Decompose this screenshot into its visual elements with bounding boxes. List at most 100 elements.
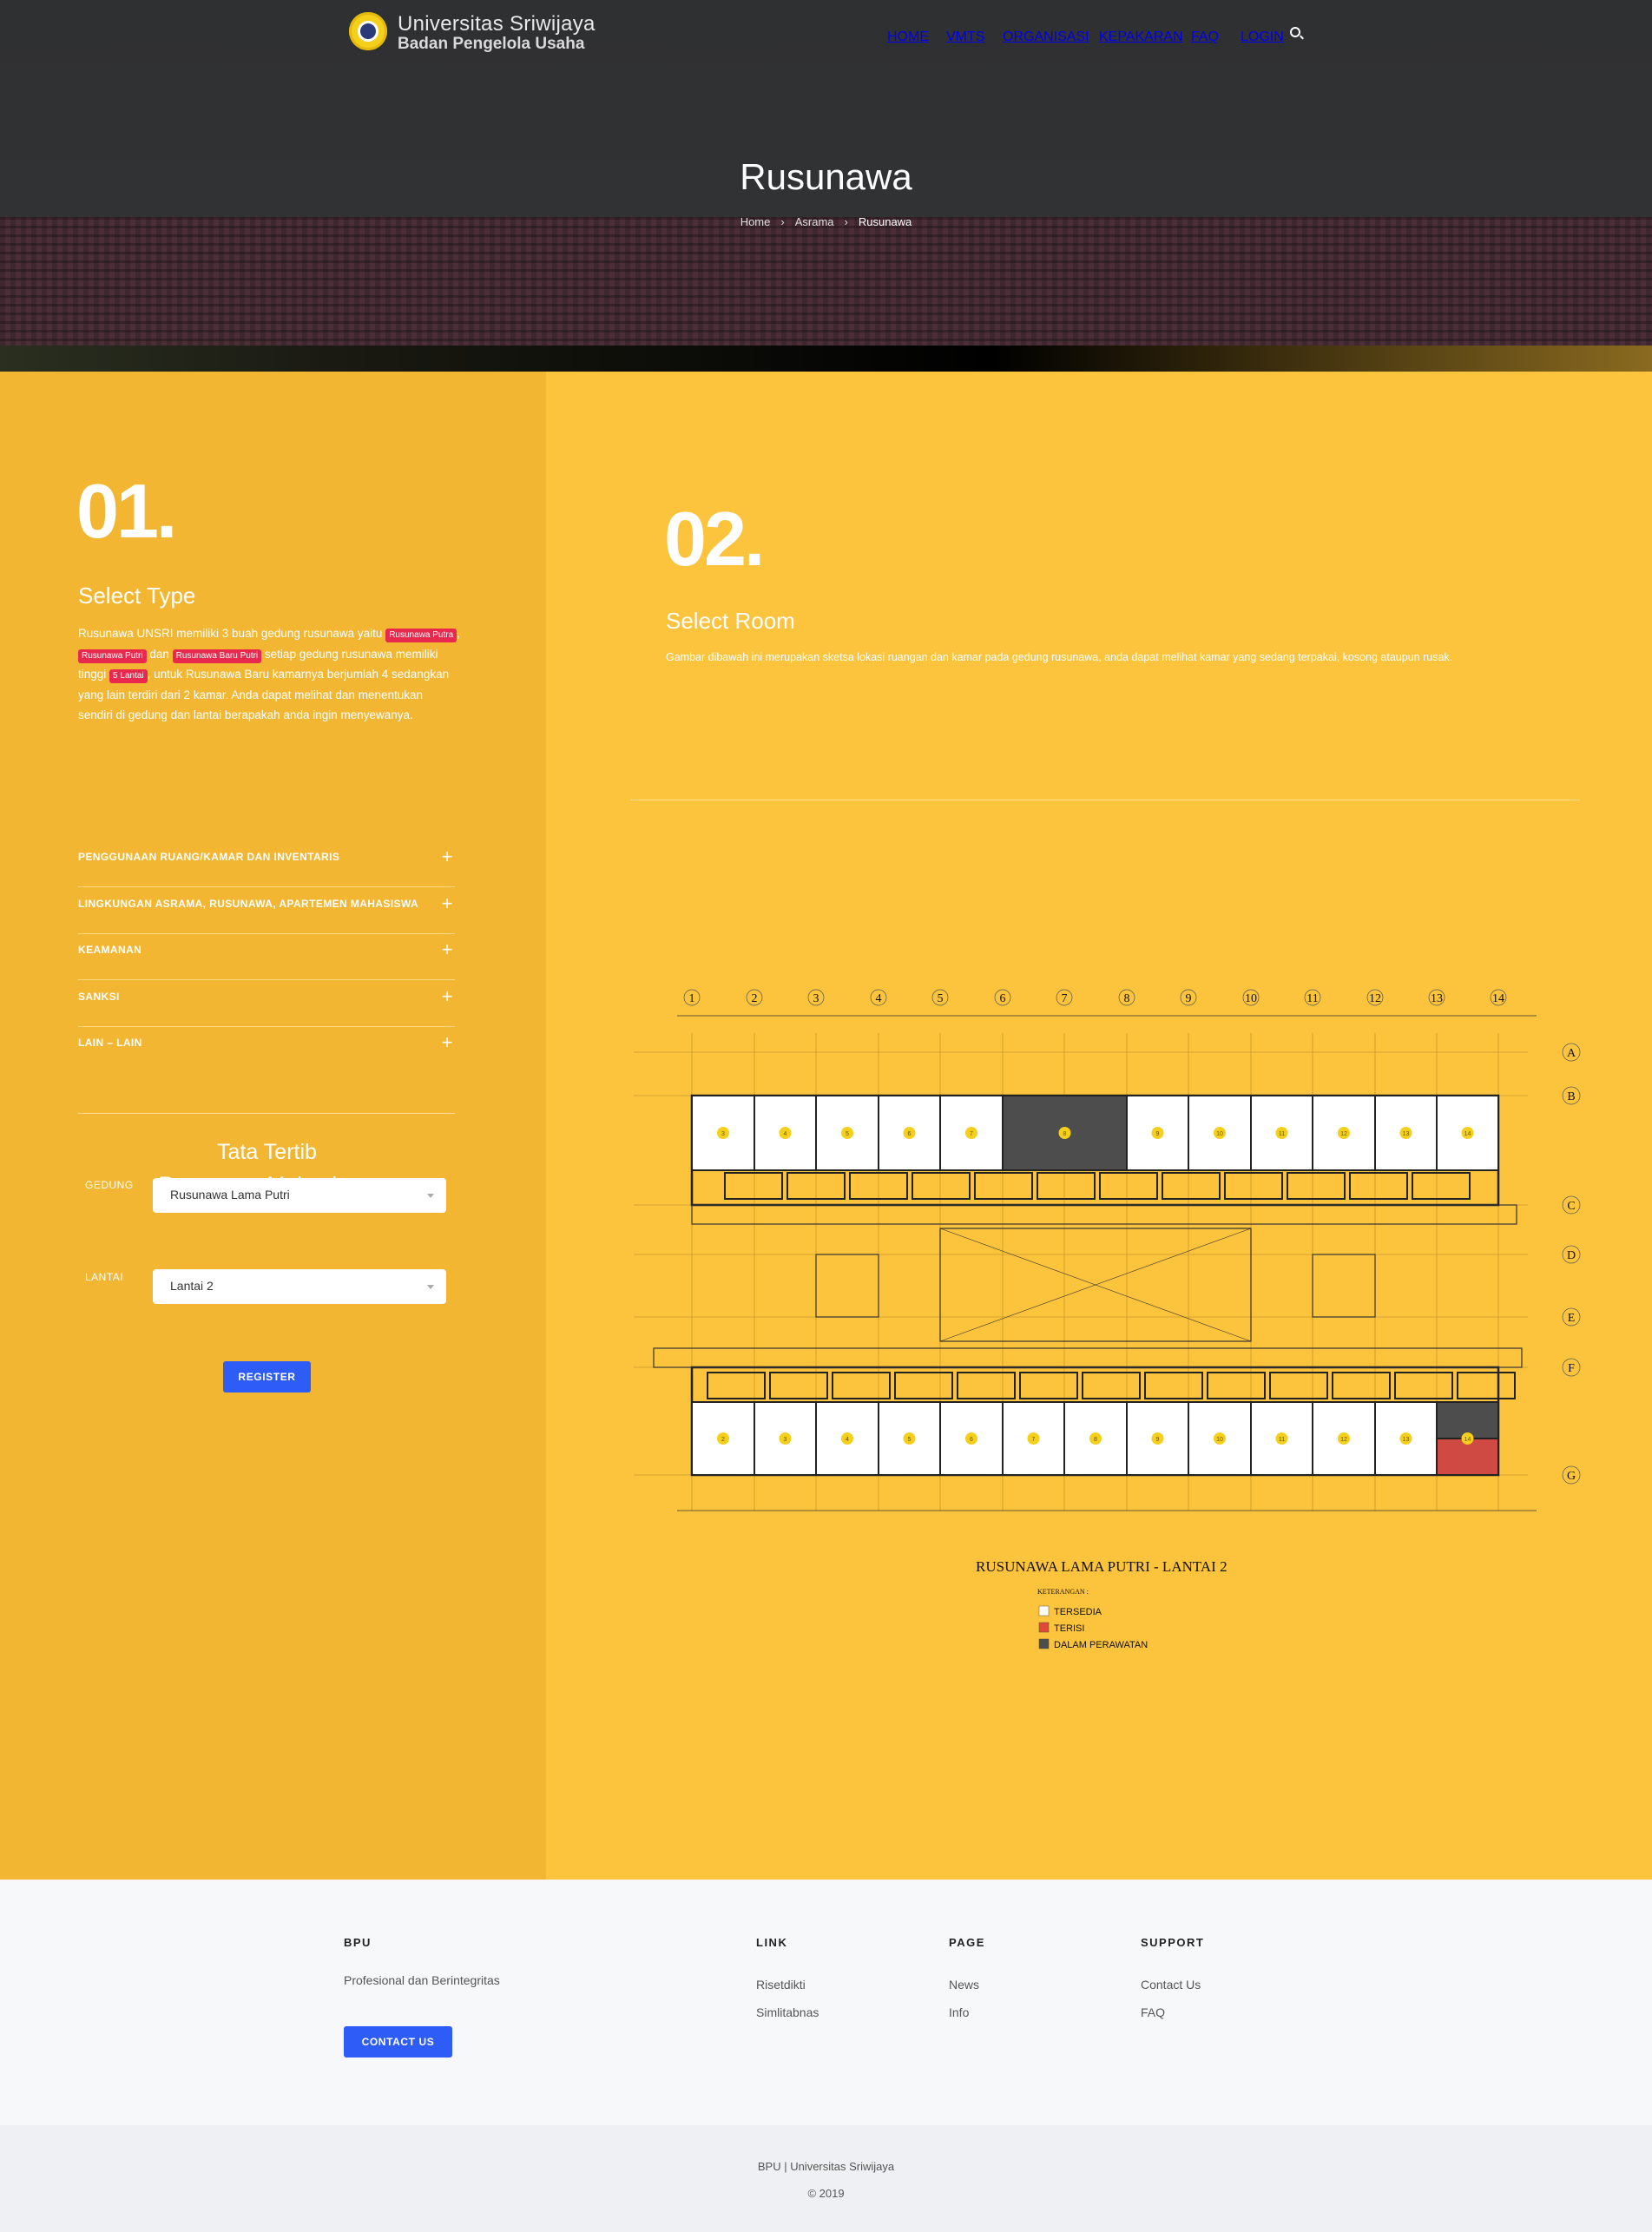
plus-icon[interactable]: +: [442, 938, 453, 961]
rules-accordion-item[interactable]: KEAMANAN +: [78, 933, 455, 980]
step2-title: Select Room: [666, 608, 795, 634]
plus-icon[interactable]: +: [442, 892, 453, 915]
legend-swatch: [1038, 1622, 1050, 1633]
room-number: 7: [970, 1131, 973, 1137]
footer-bpu-text: Profesional dan Berintegritas: [344, 1973, 500, 1987]
lantai-select[interactable]: Lantai 2: [153, 1269, 446, 1304]
room-number: 3: [721, 1131, 725, 1137]
legend-swatch: [1038, 1605, 1050, 1616]
room-number: 14: [1464, 1437, 1471, 1443]
footer-bpu-heading: BPU: [344, 1936, 372, 1949]
column-label: 10: [1245, 992, 1257, 1005]
breadcrumb-asrama[interactable]: Asrama: [795, 215, 834, 228]
room-number: 9: [1156, 1131, 1160, 1137]
room-number: 10: [1216, 1131, 1223, 1137]
nav-login[interactable]: LOGIN: [1241, 30, 1284, 45]
rules-accordion-item[interactable]: LINGKUNGAN ASRAMA, RUSUNAWA, APARTEMEN M…: [78, 887, 455, 934]
column-label: 3: [813, 992, 819, 1005]
search-icon[interactable]: [1290, 27, 1300, 37]
legend-label: DALAM PERAWATAN: [1054, 1640, 1148, 1650]
top-navigation: Universitas Sriwijaya Badan Pengelola Us…: [0, 0, 1652, 69]
bathroom-block: [1394, 1372, 1453, 1399]
room-number: 5: [908, 1437, 912, 1443]
bathroom-block: [912, 1172, 971, 1200]
room-number: 11: [1279, 1131, 1285, 1137]
nav-home[interactable]: HOME: [887, 30, 929, 45]
row-label: C: [1567, 1200, 1575, 1213]
room-number: 9: [1156, 1437, 1160, 1443]
plan-legend: TERSEDIA TERISI DALAM PERAWATAN: [1038, 1605, 1148, 1650]
hero-background-eave: [0, 346, 1652, 372]
column-label: 4: [876, 992, 882, 1005]
bathroom-block: [1099, 1172, 1158, 1200]
room-number: 7: [1032, 1437, 1036, 1443]
footer-support-faq[interactable]: FAQ: [1141, 2005, 1165, 2019]
tag-rusunawa-putra: Rusunawa Putra: [385, 629, 457, 642]
column-label: 2: [752, 992, 758, 1005]
rules-item-label: LINGKUNGAN ASRAMA, RUSUNAWA, APARTEMEN M…: [78, 898, 419, 910]
footer-link-risetdikti[interactable]: Risetdikti: [756, 1978, 806, 1992]
rules-accordion-item[interactable]: PENGGUNAAN RUANG/KAMAR DAN INVENTARIS +: [78, 840, 455, 887]
rules-item-label: KEAMANAN: [78, 944, 142, 956]
column-label: 11: [1306, 992, 1318, 1005]
legend-label: TERISI: [1054, 1623, 1084, 1634]
room-number: 2: [721, 1437, 725, 1443]
footer-link-heading: LINK: [756, 1936, 788, 1949]
row-label: A: [1567, 1047, 1576, 1060]
breadcrumb-current: Rusunawa: [858, 215, 912, 228]
footer-support-contact[interactable]: Contact Us: [1141, 1978, 1201, 1992]
room-number: 5: [846, 1131, 849, 1137]
plus-icon[interactable]: +: [442, 985, 453, 1008]
contact-us-button[interactable]: CONTACT US: [344, 2026, 452, 2058]
plus-icon[interactable]: +: [442, 846, 453, 868]
rules-accordion-item[interactable]: LAIN – LAIN +: [78, 1026, 455, 1073]
nav-organisasi[interactable]: ORGANISASI: [1003, 30, 1089, 45]
footer-link-simlitabnas[interactable]: Simlitabnas: [756, 2005, 819, 2019]
and-text: dan: [149, 647, 169, 661]
room-number: 11: [1279, 1437, 1285, 1443]
divider: [78, 1113, 455, 1114]
copyright-bar: BPU | Universitas Sriwijaya © 2019: [0, 2125, 1652, 2232]
room-number: 12: [1340, 1437, 1347, 1443]
row-label: G: [1567, 1470, 1576, 1483]
brand-subtitle[interactable]: Badan Pengelola Usaha: [398, 35, 584, 54]
university-logo-icon[interactable]: [349, 12, 387, 50]
footer: BPU Profesional dan Berintegritas CONTAC…: [0, 1880, 1652, 2125]
stairwell-right: [1312, 1254, 1376, 1318]
copyright-line1: BPU | Universitas Sriwijaya: [757, 2160, 895, 2173]
stairwell-left: [815, 1254, 879, 1318]
column-label: 7: [1062, 992, 1068, 1005]
bathroom-block: [1037, 1172, 1096, 1200]
bathroom-block: [1287, 1172, 1346, 1200]
bathroom-block: [832, 1372, 891, 1399]
hero-background-roof: [0, 217, 1652, 347]
lantai-label: LANTAI: [85, 1271, 124, 1283]
room-number: 10: [1216, 1437, 1223, 1443]
rules-item-label: LAIN – LAIN: [78, 1037, 142, 1049]
copyright-line2: © 2019: [807, 2187, 845, 2200]
column-label: 6: [1000, 992, 1006, 1005]
brand-name[interactable]: Universitas Sriwijaya: [398, 12, 596, 36]
footer-page-info[interactable]: Info: [949, 2005, 969, 2019]
nav-vmts[interactable]: VMTS: [946, 30, 984, 45]
nav-faq[interactable]: FAQ: [1191, 30, 1219, 45]
page-title: Rusunawa: [740, 156, 912, 197]
room-number: 13: [1403, 1131, 1410, 1137]
tag-rusunawa-putri: Rusunawa Putri: [78, 649, 147, 663]
step1-number: 01.: [76, 468, 177, 554]
plus-icon[interactable]: +: [442, 1031, 453, 1054]
bathroom-block: [974, 1172, 1033, 1200]
gedung-select[interactable]: Rusunawa Lama Putri: [153, 1178, 446, 1213]
step1-panel: 01. Select Type Rusunawa UNSRI memiliki …: [0, 372, 546, 1880]
breadcrumb-home[interactable]: Home: [740, 215, 771, 228]
step1-description: Rusunawa UNSRI memiliki 3 buah gedung ru…: [78, 627, 460, 721]
rules-accordion-item[interactable]: SANKSI +: [78, 980, 455, 1027]
legend-title: KETERANGAN :: [1037, 1588, 1089, 1596]
nav-kepakaran[interactable]: KEPAKARAN: [1099, 30, 1183, 45]
bathroom-block: [1162, 1172, 1221, 1200]
chevron-right-icon: ›: [844, 215, 848, 228]
register-button[interactable]: REGISTER: [223, 1361, 311, 1393]
bathroom-block: [1082, 1372, 1141, 1399]
footer-page-news[interactable]: News: [949, 1978, 979, 1992]
bathroom-block: [894, 1372, 953, 1399]
